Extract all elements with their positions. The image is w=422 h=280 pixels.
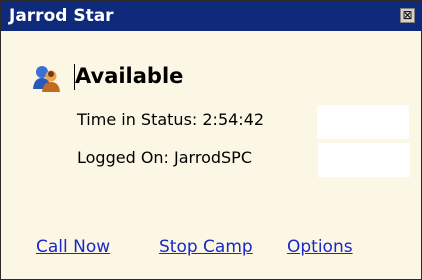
- stop-camp-link[interactable]: Stop Camp: [159, 237, 253, 257]
- redacted-area: [318, 143, 410, 177]
- call-now-link[interactable]: Call Now: [36, 237, 110, 257]
- options-link[interactable]: Options: [287, 237, 353, 257]
- title-bar: Jarrod Star ⊠: [1, 1, 421, 31]
- logged-on: Logged On: JarrodSPC: [77, 148, 252, 167]
- status-label: Available: [75, 64, 184, 88]
- user-status-icon: [33, 66, 60, 92]
- close-icon[interactable]: ⊠: [400, 8, 415, 23]
- redacted-area: [317, 105, 409, 139]
- time-in-status: Time in Status: 2:54:42: [77, 110, 265, 129]
- window-title: Jarrod Star: [9, 6, 114, 26]
- status-popup-window: Jarrod Star ⊠ Available Time in Status: …: [0, 0, 422, 280]
